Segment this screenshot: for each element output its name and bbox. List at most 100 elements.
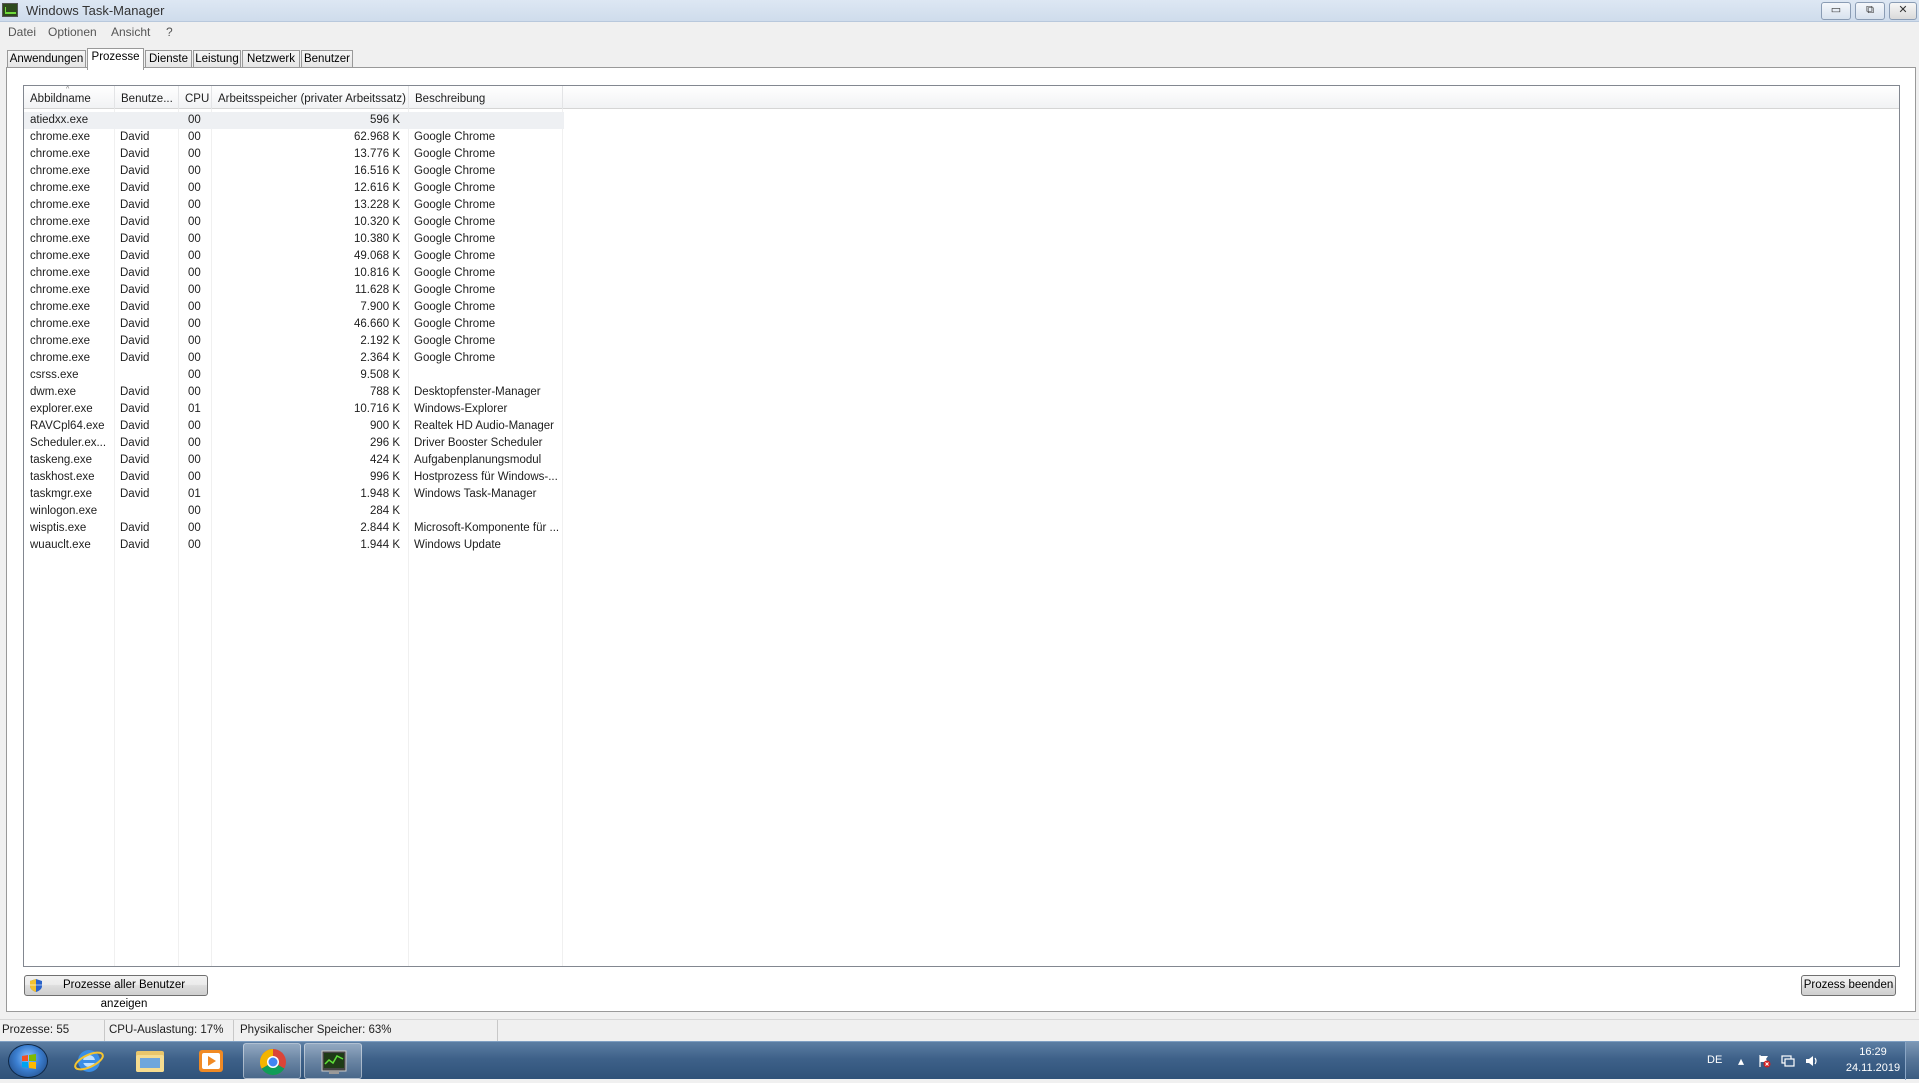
taskbar: DE ▴ 16:29 24.11.2019	[0, 1041, 1919, 1080]
table-row[interactable]: taskmgr.exe David 01 1.948 K Windows Task-Ma…	[24, 486, 564, 503]
table-row[interactable]: taskhost.exe David 00 996 K Hostprozess für …	[24, 469, 564, 486]
table-row[interactable]: chrome.exe David 00 7.900 K Google Chrome	[24, 299, 564, 316]
tab-prozesse[interactable]: Prozesse	[87, 48, 144, 70]
show-desktop-button[interactable]	[1905, 1042, 1919, 1080]
cpu-cell: 00	[188, 250, 201, 262]
table-row[interactable]: explorer.exe David 01 10.716 K Windows-Explo…	[24, 401, 564, 418]
table-row[interactable]: chrome.exe David 00 13.228 K Google Chrome	[24, 197, 564, 214]
table-row[interactable]: wuauclt.exe David 00 1.944 K Windows Update	[24, 537, 564, 554]
table-row[interactable]: chrome.exe David 00 46.660 K Google Chrome	[24, 316, 564, 333]
table-row[interactable]: chrome.exe David 00 13.776 K Google Chrome	[24, 146, 564, 163]
chrome-icon	[259, 1048, 286, 1076]
cpu-cell: 00	[188, 539, 201, 551]
status-physical-memory: Physikalischer Speicher: 63%	[238, 1020, 498, 1041]
memory-cell: 10.716 K	[353, 403, 400, 415]
menu-help[interactable]: ?	[166, 25, 173, 39]
taskbar-internet-explorer[interactable]	[60, 1043, 118, 1079]
memory-cell: 2.364 K	[360, 352, 400, 364]
memory-cell: 7.900 K	[360, 301, 400, 313]
process-name-cell: wisptis.exe	[30, 522, 87, 534]
memory-cell: 62.968 K	[353, 131, 400, 143]
memory-cell: 284 K	[369, 505, 400, 517]
table-row[interactable]: chrome.exe David 00 11.628 K Google Chrome	[24, 282, 564, 299]
show-hidden-icons-icon[interactable]: ▴	[1734, 1054, 1748, 1068]
table-row[interactable]: taskeng.exe David 00 424 K Aufgabenplanungsm…	[24, 452, 564, 469]
taskbar-chrome[interactable]	[243, 1043, 301, 1079]
user-cell: David	[120, 386, 150, 398]
action-center-flag-icon[interactable]	[1757, 1054, 1771, 1068]
memory-cell: 49.068 K	[353, 250, 400, 262]
minimize-button[interactable]: ▭	[1821, 2, 1851, 20]
process-name-cell: chrome.exe	[30, 284, 91, 296]
user-cell: David	[120, 420, 150, 432]
table-row[interactable]: chrome.exe David 00 16.516 K Google Chrome	[24, 163, 564, 180]
memory-cell: 1.944 K	[360, 539, 400, 551]
table-row[interactable]: chrome.exe David 00 10.380 K Google Chrome	[24, 231, 564, 248]
column-header-description[interactable]: Beschreibung	[409, 86, 563, 109]
column-header-cpu[interactable]: CPU	[179, 86, 212, 109]
show-all-users-processes-button[interactable]: Prozesse aller Benutzer anzeigen	[24, 975, 208, 1010]
user-cell: David	[120, 216, 150, 228]
taskbar-media-player[interactable]	[182, 1043, 240, 1079]
user-cell: David	[120, 284, 150, 296]
menu-optionen[interactable]: Optionen	[48, 25, 97, 39]
table-row[interactable]: chrome.exe David 00 10.816 K Google Chrome	[24, 265, 564, 282]
table-row[interactable]: chrome.exe David 00 10.320 K Google Chrome	[24, 214, 564, 231]
cpu-cell: 00	[188, 505, 201, 517]
clock-time[interactable]: 16:29	[1850, 1046, 1896, 1058]
folder-icon	[136, 1051, 164, 1072]
column-header-name[interactable]: ^ Abbildname	[24, 86, 115, 109]
volume-icon[interactable]	[1805, 1054, 1819, 1068]
table-row[interactable]: RAVCpl64.exe David 00 900 K Realtek HD Audio…	[24, 418, 564, 435]
taskbar-windows-explorer[interactable]	[121, 1043, 179, 1079]
cpu-cell: 00	[188, 233, 201, 245]
network-icon[interactable]	[1781, 1054, 1795, 1068]
table-row[interactable]: chrome.exe David 00 49.068 K Google Chrome	[24, 248, 564, 265]
table-row[interactable]: dwm.exe David 00 788 K Desktopfenster-Manage…	[24, 384, 564, 401]
description-cell: Windows Task-Manager	[414, 488, 537, 500]
title-bar[interactable]: Windows Task-Manager ▭ ⧉ ✕	[0, 0, 1919, 22]
tab-dienste[interactable]: Dienste	[145, 50, 192, 68]
restore-icon: ⧉	[1866, 4, 1874, 16]
table-row[interactable]: chrome.exe David 00 12.616 K Google Chrome	[24, 180, 564, 197]
column-header-user[interactable]: Benutze...	[115, 86, 179, 109]
description-cell: Google Chrome	[414, 199, 496, 211]
process-list[interactable]: ^ Abbildname Benutze... CPU Arbeitsspeic…	[23, 85, 1900, 967]
taskbar-task-manager[interactable]	[304, 1043, 362, 1079]
tab-netzwerk[interactable]: Netzwerk	[242, 50, 300, 68]
end-process-button[interactable]: Prozess beenden	[1801, 975, 1896, 996]
memory-cell: 10.380 K	[353, 233, 400, 245]
table-row[interactable]: chrome.exe David 00 62.968 K Google Chrome	[24, 129, 564, 146]
process-name-cell: Scheduler.ex...	[30, 437, 107, 449]
table-row[interactable]: csrss.exe 00 9.508 K	[24, 367, 564, 384]
menu-datei[interactable]: Datei	[8, 25, 36, 39]
end-process-label: Prozess beenden	[1803, 979, 1894, 991]
table-row[interactable]: chrome.exe David 00 2.192 K Google Chrome	[24, 333, 564, 350]
memory-cell: 2.192 K	[360, 335, 400, 347]
table-row[interactable]: Scheduler.ex... David 00 296 K Driver Booste…	[24, 435, 564, 452]
start-button[interactable]	[8, 1044, 48, 1078]
close-button[interactable]: ✕	[1889, 2, 1917, 20]
table-row[interactable]: chrome.exe David 00 2.364 K Google Chrome	[24, 350, 564, 367]
cpu-cell: 01	[188, 403, 201, 415]
memory-cell: 16.516 K	[353, 165, 400, 177]
table-row[interactable]: winlogon.exe 00 284 K	[24, 503, 564, 520]
restore-button[interactable]: ⧉	[1855, 2, 1885, 20]
window-title: Windows Task-Manager	[26, 3, 165, 18]
tab-anwendungen[interactable]: Anwendungen	[7, 50, 86, 68]
table-row[interactable]: wisptis.exe David 00 2.844 K Microsoft-Kompo…	[24, 520, 564, 537]
tab-benutzer[interactable]: Benutzer	[301, 50, 353, 68]
tab-leistung[interactable]: Leistung	[193, 50, 241, 68]
column-header-memory[interactable]: Arbeitsspeicher (privater Arbeitssatz)	[212, 86, 409, 109]
menu-ansicht[interactable]: Ansicht	[111, 25, 150, 39]
process-name-cell: explorer.exe	[30, 403, 93, 415]
user-cell: David	[120, 403, 150, 415]
language-indicator[interactable]: DE	[1707, 1054, 1722, 1066]
memory-cell: 1.948 K	[360, 488, 400, 500]
list-header: ^ Abbildname Benutze... CPU Arbeitsspeic…	[24, 86, 1899, 109]
clock-date[interactable]: 24.11.2019	[1835, 1062, 1911, 1074]
table-row[interactable]: atiedxx.exe 00 596 K	[24, 112, 564, 129]
user-cell: David	[120, 335, 150, 347]
memory-cell: 11.628 K	[354, 284, 400, 296]
description-cell: Google Chrome	[414, 165, 496, 177]
